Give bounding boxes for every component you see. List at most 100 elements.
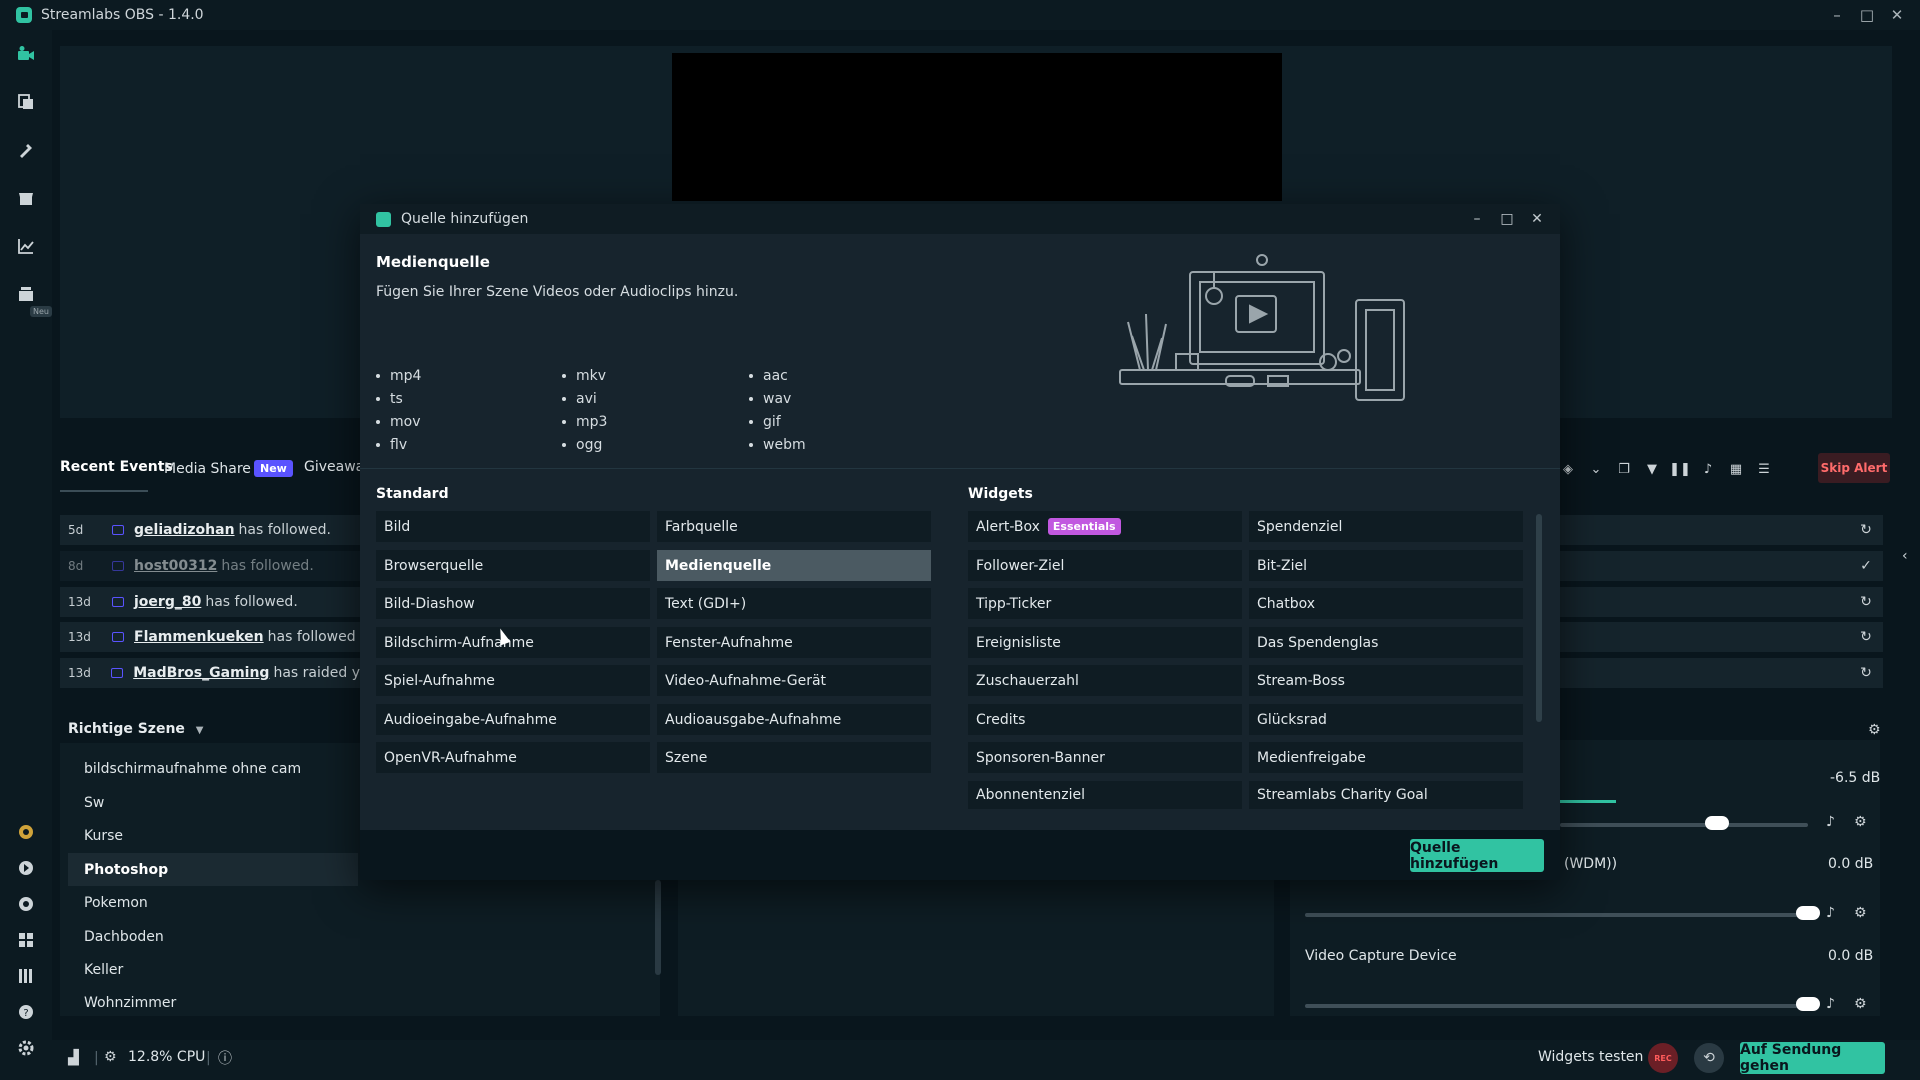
- repeat-icon[interactable]: ↻: [1857, 664, 1875, 682]
- performance-icon[interactable]: ▟: [68, 1050, 79, 1066]
- mixer-gear-icon[interactable]: ⚙: [1854, 814, 1867, 830]
- widget-gluecksrad[interactable]: Glücksrad: [1249, 704, 1523, 735]
- widget-charity-goal[interactable]: Streamlabs Charity Goal: [1249, 781, 1523, 809]
- repeat-icon[interactable]: ↻: [1857, 521, 1875, 539]
- event-row[interactable]: 13d joerg_80 has followed.: [60, 587, 360, 617]
- pause-icon[interactable]: ❚❚: [1669, 461, 1691, 477]
- preview-canvas[interactable]: [672, 53, 1282, 201]
- source-bild-diashow[interactable]: Bild-Diashow: [376, 588, 650, 619]
- source-audioeingabe[interactable]: Audioeingabe-Aufnahme: [376, 704, 650, 735]
- dialog-maximize-button[interactable]: □: [1492, 204, 1522, 234]
- grid-view-icon[interactable]: ▦: [1728, 461, 1744, 477]
- close-button[interactable]: ✕: [1882, 0, 1912, 30]
- scene-item[interactable]: Dachboden: [68, 920, 598, 953]
- scene-item[interactable]: Keller: [68, 953, 598, 986]
- volume-slider[interactable]: [1305, 913, 1808, 917]
- widget-zuschauerzahl[interactable]: Zuschauerzahl: [968, 665, 1242, 696]
- chevron-down-icon[interactable]: ⌄: [1588, 461, 1604, 477]
- camera-icon[interactable]: [16, 44, 36, 64]
- volume-slider-knob[interactable]: [1796, 997, 1820, 1011]
- speaker-muted-icon[interactable]: ♪: [1826, 905, 1835, 921]
- volume-slider-knob[interactable]: [1796, 906, 1820, 920]
- widget-spendenziel[interactable]: Spendenziel: [1249, 511, 1523, 542]
- widget-abonnentenziel[interactable]: Abonnentenziel: [968, 781, 1242, 809]
- source-bildschirm-aufnahme[interactable]: Bildschirm-Aufnahme: [376, 627, 650, 658]
- scenes-scrollbar[interactable]: [655, 880, 661, 975]
- widgets-scrollbar[interactable]: [1536, 514, 1542, 722]
- play-icon[interactable]: [16, 858, 36, 878]
- source-openvr[interactable]: OpenVR-Aufnahme: [376, 742, 650, 773]
- go-live-button[interactable]: Auf Sendung gehen: [1740, 1042, 1885, 1074]
- source-audioausgabe[interactable]: Audioausgabe-Aufnahme: [657, 704, 931, 735]
- skip-alert-button[interactable]: Skip Alert: [1818, 453, 1890, 483]
- minimize-button[interactable]: –: [1822, 0, 1852, 30]
- volume-slider[interactable]: [1305, 1004, 1808, 1008]
- scene-collection-title[interactable]: Richtige Szene ▼: [68, 721, 204, 737]
- widget-medienfreigabe[interactable]: Medienfreigabe: [1249, 742, 1523, 773]
- volume-slider[interactable]: [1560, 823, 1808, 827]
- add-source-button[interactable]: Quelle hinzufügen: [1410, 839, 1544, 872]
- replay-buffer-icon[interactable]: ⟲: [1694, 1043, 1724, 1073]
- event-row[interactable]: 5d geliadizohan has followed.: [60, 515, 360, 545]
- mixer-gear-icon[interactable]: ⚙: [1854, 905, 1867, 921]
- filter-icon[interactable]: ▼: [1644, 461, 1660, 477]
- widget-alert-box[interactable]: Alert-Box Essentials: [968, 511, 1242, 542]
- analytics-icon[interactable]: [16, 236, 36, 256]
- new-feature-icon[interactable]: [16, 284, 36, 304]
- chat-icon[interactable]: [16, 894, 36, 914]
- source-fenster-aufnahme[interactable]: Fenster-Aufnahme: [657, 627, 931, 658]
- prime-icon[interactable]: [16, 822, 36, 842]
- shield-icon[interactable]: ◈: [1560, 461, 1576, 477]
- repeat-icon[interactable]: ↻: [1857, 628, 1875, 646]
- source-spiel-aufnahme[interactable]: Spiel-Aufnahme: [376, 665, 650, 696]
- info-icon[interactable]: ⓘ: [218, 1048, 232, 1068]
- widget-chatbox[interactable]: Chatbox: [1249, 588, 1523, 619]
- volume-slider-knob[interactable]: [1705, 816, 1729, 830]
- source-video-aufnahme-geraet[interactable]: Video-Aufnahme-Gerät: [657, 665, 931, 696]
- tab-media-share[interactable]: Media Share: [164, 461, 251, 477]
- widget-ereignisliste[interactable]: Ereignisliste: [968, 627, 1242, 658]
- record-button[interactable]: REC: [1648, 1043, 1678, 1073]
- dialog-minimize-button[interactable]: –: [1462, 204, 1492, 234]
- store-icon[interactable]: [16, 188, 36, 208]
- source-medienquelle[interactable]: Medienquelle: [657, 550, 931, 581]
- widget-sponsoren-banner[interactable]: Sponsoren-Banner: [968, 742, 1242, 773]
- mixer-gear-icon[interactable]: ⚙: [1854, 996, 1867, 1012]
- event-user[interactable]: joerg_80: [134, 594, 201, 610]
- speaker-icon[interactable]: ♪: [1826, 996, 1835, 1012]
- tab-recent-events[interactable]: Recent Events: [60, 459, 173, 475]
- widget-tipp-ticker[interactable]: Tipp-Ticker: [968, 588, 1242, 619]
- settings-icon[interactable]: [16, 1038, 36, 1058]
- collapse-right-icon[interactable]: ‹: [1902, 548, 1908, 564]
- apps-icon[interactable]: [16, 930, 36, 950]
- list-view-icon[interactable]: ☰: [1756, 461, 1772, 477]
- editor-icon[interactable]: [16, 92, 36, 112]
- repeat-icon[interactable]: ↻: [1857, 593, 1875, 611]
- dialog-close-button[interactable]: ✕: [1522, 204, 1552, 234]
- source-bild[interactable]: Bild: [376, 511, 650, 542]
- event-user[interactable]: host00312: [134, 558, 217, 574]
- copy-icon[interactable]: ❐: [1616, 461, 1632, 477]
- check-icon[interactable]: ✓: [1857, 557, 1875, 575]
- event-row[interactable]: 13d Flammenkueken has followed: [60, 622, 360, 652]
- event-user[interactable]: geliadizohan: [134, 522, 235, 538]
- maximize-button[interactable]: □: [1852, 0, 1882, 30]
- source-browserquelle[interactable]: Browserquelle: [376, 550, 650, 581]
- mixer-settings-icon[interactable]: ⚙: [1868, 722, 1881, 738]
- event-row[interactable]: 13d MadBros_Gaming has raided y: [60, 658, 360, 688]
- event-row[interactable]: 8d host00312 has followed.: [60, 551, 360, 581]
- source-szene[interactable]: Szene: [657, 742, 931, 773]
- scene-item[interactable]: Wohnzimmer: [68, 986, 598, 1019]
- widget-bit-ziel[interactable]: Bit-Ziel: [1249, 550, 1523, 581]
- scene-item[interactable]: Pokemon: [68, 886, 598, 919]
- widget-spendenglas[interactable]: Das Spendenglas: [1249, 627, 1523, 658]
- widget-credits[interactable]: Credits: [968, 704, 1242, 735]
- widget-follower-ziel[interactable]: Follower-Ziel: [968, 550, 1242, 581]
- source-text-gdi[interactable]: Text (GDI+): [657, 588, 931, 619]
- widgets-test-button[interactable]: Widgets testen: [1538, 1049, 1643, 1065]
- widget-stream-boss[interactable]: Stream-Boss: [1249, 665, 1523, 696]
- themes-icon[interactable]: [16, 140, 36, 160]
- event-user[interactable]: Flammenkueken: [134, 629, 264, 645]
- help-icon[interactable]: ?: [16, 1002, 36, 1022]
- volume-icon[interactable]: ♪: [1700, 461, 1716, 477]
